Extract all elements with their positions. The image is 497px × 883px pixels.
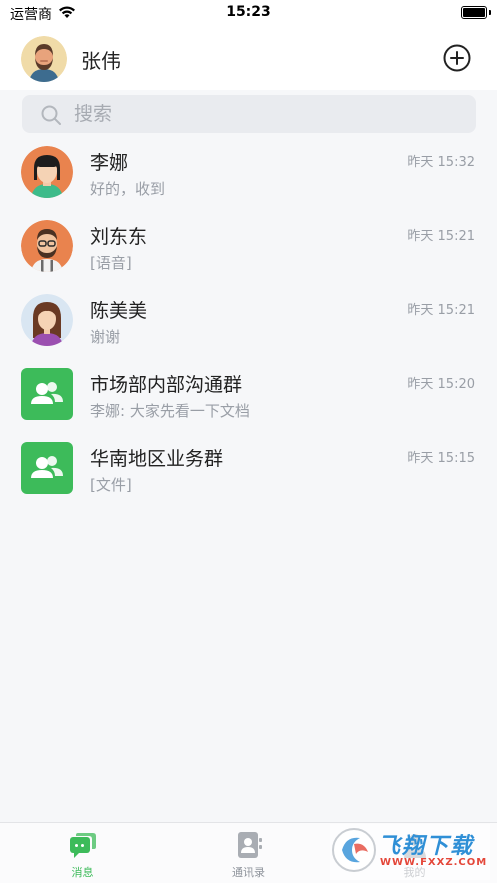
group-avatar	[21, 442, 73, 494]
search-input[interactable]	[74, 95, 454, 133]
avatar	[21, 146, 73, 198]
status-time: 15:23	[226, 4, 271, 20]
conversation-time: 昨天 15:21	[407, 229, 475, 244]
conversation-name: 市场部内部沟通群	[90, 374, 243, 396]
status-bar: 运营商 15:23	[0, 0, 497, 26]
conversation-preview: 谢谢	[90, 328, 121, 346]
user-name: 张伟	[81, 49, 121, 73]
conversation-list: 李娜 好的，收到 昨天 15:32 刘东东 [语音] 昨天 15:21 陈美美 …	[0, 138, 497, 508]
conversation-name: 李娜	[90, 152, 129, 174]
group-avatar	[21, 368, 73, 420]
conversation-preview: 李娜: 大家先看一下文档	[90, 402, 250, 420]
group-icon	[31, 456, 63, 478]
avatar	[21, 294, 73, 346]
conversation-time: 昨天 15:20	[407, 377, 475, 392]
conversation-preview: 好的，收到	[90, 180, 166, 198]
conversation-item[interactable]: 华南地区业务群 [文件] 昨天 15:15	[0, 434, 497, 508]
search-box[interactable]	[22, 95, 476, 133]
conversation-item[interactable]: 刘东东 [语音] 昨天 15:21	[0, 212, 497, 286]
tab-label: 消息	[71, 866, 94, 879]
conversation-time: 昨天 15:21	[407, 303, 475, 318]
conversation-name: 陈美美	[90, 300, 148, 322]
conversation-name: 刘东东	[90, 226, 148, 248]
avatar	[21, 220, 73, 272]
watermark: 飞翔下载 WWW.FXXZ.COM	[330, 824, 490, 880]
conversation-preview: [文件]	[90, 476, 132, 494]
watermark-url: WWW.FXXZ.COM	[380, 857, 488, 868]
header: 张伟	[0, 26, 497, 90]
conversation-preview: [语音]	[90, 254, 132, 272]
conversation-time: 昨天 15:15	[407, 451, 475, 466]
chat-icon	[70, 833, 96, 858]
my-avatar[interactable]	[21, 36, 67, 82]
search-bar	[0, 90, 497, 138]
add-icon[interactable]	[443, 44, 471, 72]
battery-tip	[489, 10, 491, 15]
search-icon	[41, 105, 61, 125]
conversation-time: 昨天 15:32	[407, 155, 475, 170]
conversation-item[interactable]: 李娜 好的，收到 昨天 15:32	[0, 138, 497, 212]
contacts-icon	[238, 832, 262, 858]
tab-messages[interactable]: 消息	[0, 823, 165, 883]
conversation-item[interactable]: 陈美美 谢谢 昨天 15:21	[0, 286, 497, 360]
watermark-title: 飞翔下载	[378, 834, 475, 859]
tab-label: 通讯录	[232, 866, 265, 879]
conversation-item[interactable]: 市场部内部沟通群 李娜: 大家先看一下文档 昨天 15:20	[0, 360, 497, 434]
battery-icon	[461, 6, 487, 19]
group-icon	[31, 382, 63, 404]
conversation-name: 华南地区业务群	[90, 448, 224, 470]
tab-contacts[interactable]: 通讯录	[166, 823, 331, 883]
